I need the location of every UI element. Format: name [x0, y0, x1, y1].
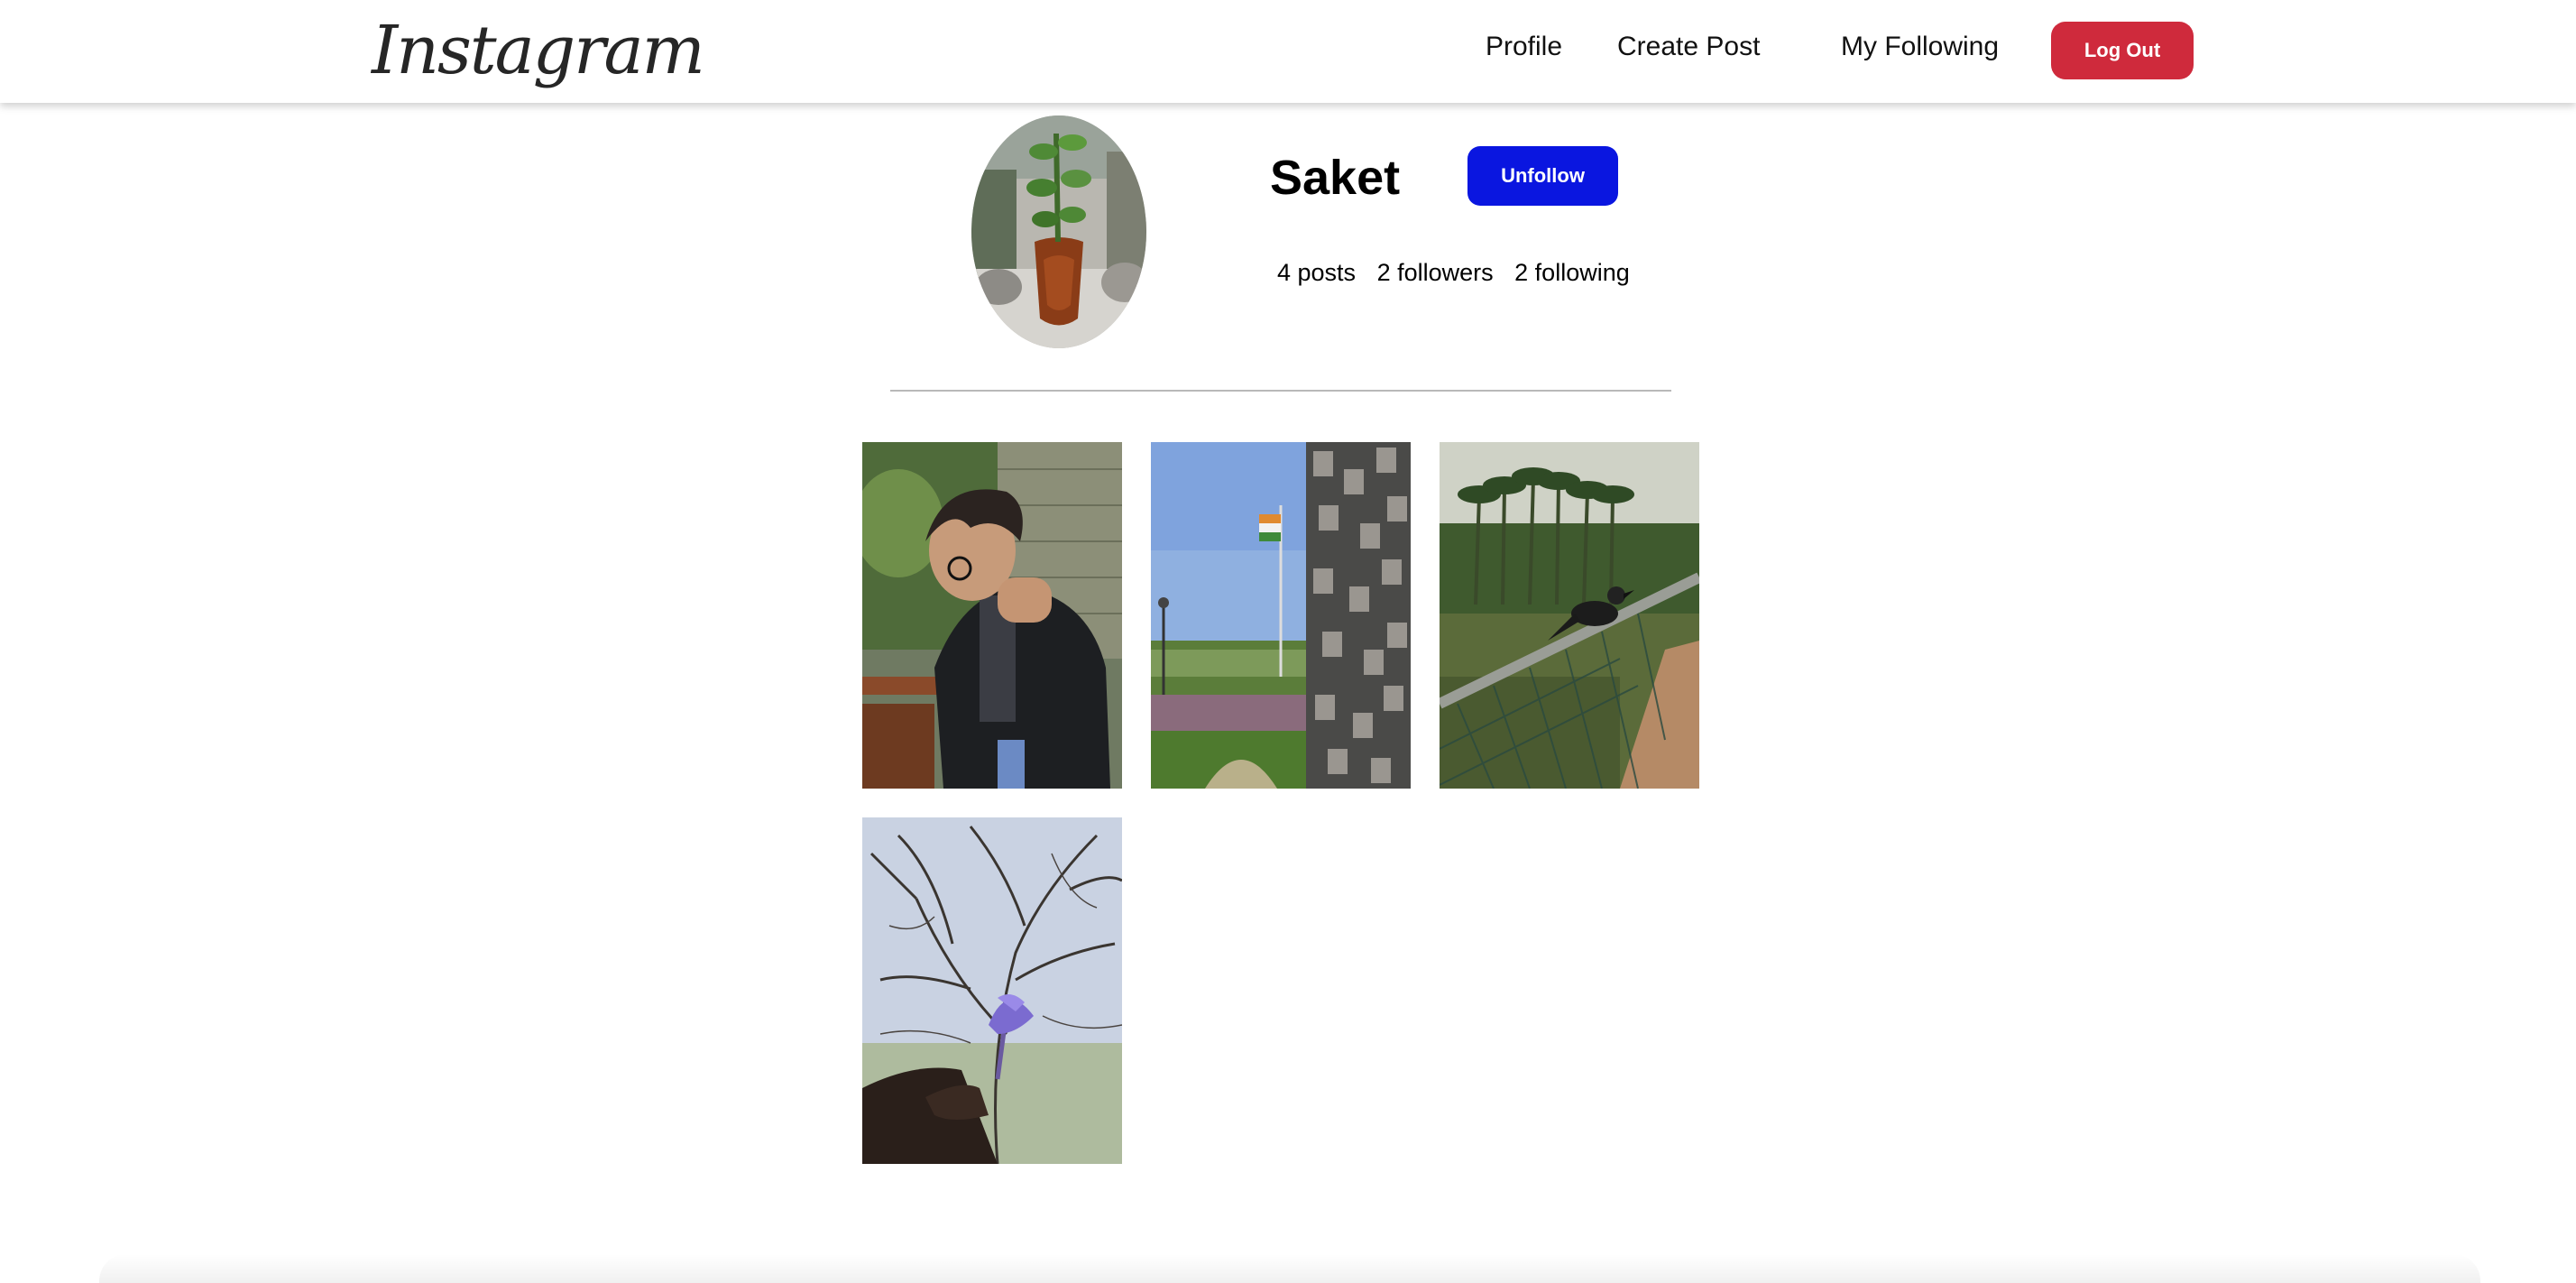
avatar — [971, 115, 1146, 348]
bottom-shadow — [99, 1254, 2480, 1283]
post-image-flower — [862, 817, 1122, 1164]
post-thumbnail[interactable] — [1151, 442, 1411, 789]
profile-stats: 4 posts 2 followers 2 following — [1277, 256, 1644, 289]
following-count[interactable]: 2 following — [1514, 259, 1630, 286]
profile-username: Saket — [1270, 151, 1401, 205]
post-image-person — [862, 442, 1122, 789]
unfollow-button[interactable]: Unfollow — [1467, 146, 1618, 206]
navbar: Instagram Profile Create Post My Followi… — [0, 0, 2576, 103]
nav-link-create-post[interactable]: Create Post — [1617, 27, 1760, 67]
post-image-flagpole — [1151, 442, 1411, 789]
logout-button[interactable]: Log Out — [2051, 22, 2194, 79]
post-image-crow — [1440, 442, 1699, 789]
post-thumbnail[interactable] — [862, 442, 1122, 789]
avatar-photo — [971, 115, 1146, 348]
post-thumbnail[interactable] — [1440, 442, 1699, 789]
nav-link-profile[interactable]: Profile — [1486, 27, 1562, 67]
profile-divider — [890, 390, 1671, 392]
posts-count: 4 posts — [1277, 259, 1357, 286]
instagram-logo[interactable]: Instagram — [372, 5, 705, 96]
followers-count[interactable]: 2 followers — [1377, 259, 1494, 286]
post-thumbnail[interactable] — [862, 817, 1122, 1164]
nav-link-my-following[interactable]: My Following — [1841, 27, 1999, 67]
